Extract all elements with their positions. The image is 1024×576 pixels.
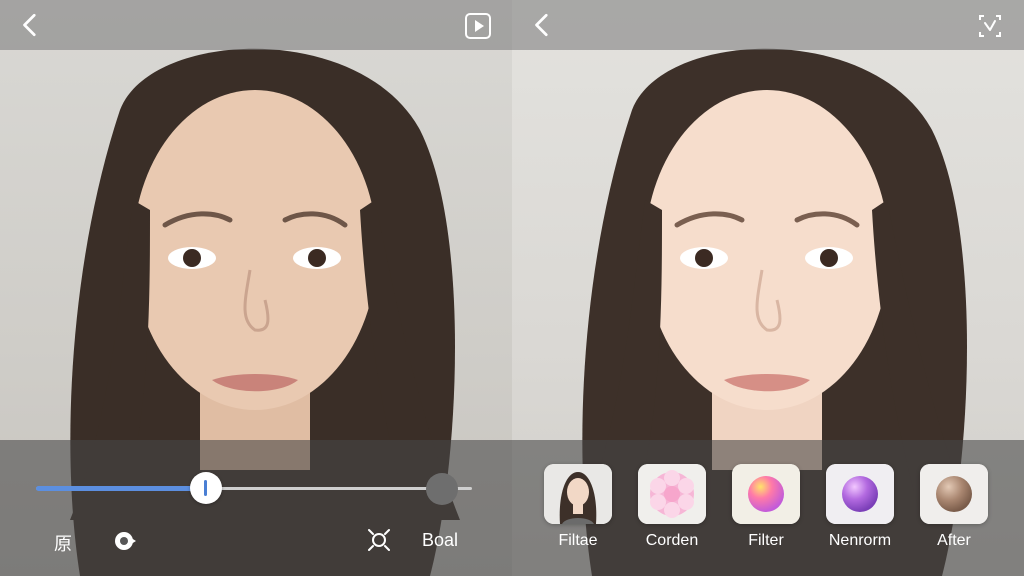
slider-end-knob[interactable] bbox=[426, 473, 458, 505]
filter-tile-filter[interactable] bbox=[732, 464, 800, 524]
play-square-icon[interactable] bbox=[464, 12, 492, 40]
filter-label-nenrorm: Nenrorm bbox=[828, 532, 892, 549]
back-chevron-icon[interactable] bbox=[18, 12, 44, 38]
original-toggle-label[interactable]: 原 bbox=[54, 530, 72, 556]
app-stage: 原 Boal Filtae Corden Filter Nenrorm Afte… bbox=[0, 0, 1024, 576]
back-chevron-icon[interactable] bbox=[530, 12, 556, 38]
flower-icon bbox=[638, 464, 706, 524]
filter-tile-nenrorm[interactable] bbox=[826, 464, 894, 524]
brown-orb-icon bbox=[920, 464, 988, 524]
filter-thumb-portrait-icon bbox=[544, 464, 612, 524]
filter-label-filter: Filter bbox=[748, 532, 784, 549]
focus-icon[interactable] bbox=[366, 527, 392, 553]
bokeh-label[interactable]: Boal bbox=[422, 530, 458, 551]
left-preview-pane: 原 Boal bbox=[0, 0, 512, 576]
top-bar-left bbox=[0, 0, 512, 50]
bottom-toolbar-left bbox=[0, 440, 512, 576]
top-bar-right bbox=[512, 0, 1024, 50]
purple-orb-icon bbox=[826, 464, 894, 524]
filter-tile-corden[interactable] bbox=[638, 464, 706, 524]
filter-tile-filtae[interactable] bbox=[544, 464, 612, 524]
filter-label-corden: Corden bbox=[645, 532, 699, 549]
intensity-slider[interactable] bbox=[36, 472, 472, 505]
slider-thumb[interactable] bbox=[190, 472, 222, 504]
compare-icon[interactable] bbox=[976, 12, 1004, 40]
filter-label-after: After bbox=[937, 532, 971, 549]
slider-fill bbox=[36, 486, 206, 491]
filter-tile-after[interactable] bbox=[920, 464, 988, 524]
gradient-orb-icon bbox=[732, 464, 800, 524]
filter-label-filtae: Filtae bbox=[558, 532, 598, 549]
camera-icon[interactable] bbox=[112, 528, 138, 554]
right-preview-pane: Filtae Corden Filter Nenrorm After bbox=[512, 0, 1024, 576]
